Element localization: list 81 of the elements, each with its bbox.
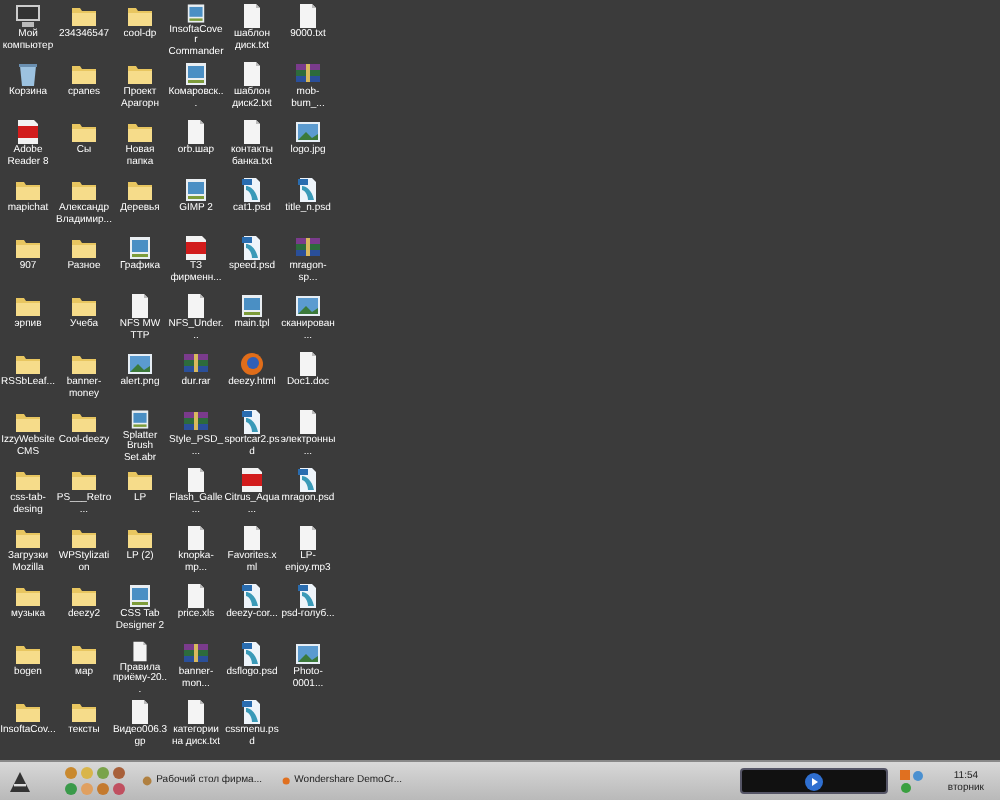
app-icon [182, 60, 210, 88]
folder-icon [14, 234, 42, 262]
folder-icon [70, 176, 98, 204]
file-icon [294, 408, 322, 436]
file-icon [126, 292, 154, 320]
file-icon [182, 524, 210, 552]
psd-file-icon [238, 176, 266, 204]
folder-icon [70, 640, 98, 668]
folder-icon [70, 2, 98, 30]
psd-file-icon [294, 466, 322, 494]
pdf-file-icon [182, 234, 210, 262]
play-icon[interactable] [803, 771, 824, 791]
folder-icon [70, 118, 98, 146]
browser-file-icon [238, 350, 266, 378]
psd-file-icon [238, 582, 266, 610]
folder-icon [14, 466, 42, 494]
file-icon [182, 118, 210, 146]
app-icon [142, 774, 153, 788]
app-icon [182, 2, 210, 25]
psd-file-icon [294, 176, 322, 204]
folder-icon [14, 350, 42, 378]
folder-icon [14, 408, 42, 436]
file-icon [294, 350, 322, 378]
app-icon [238, 292, 266, 320]
app-icon [182, 176, 210, 204]
folder-icon [126, 524, 154, 552]
file-icon [238, 118, 266, 146]
media-player-bar[interactable] [739, 768, 888, 794]
psd-file-icon [294, 582, 322, 610]
psd-file-icon [238, 698, 266, 726]
trash-icon [14, 60, 42, 88]
pdf-file-icon [14, 118, 42, 146]
start-icon[interactable] [8, 769, 32, 793]
folder-icon [14, 640, 42, 668]
file-icon [182, 582, 210, 610]
image-file-icon [126, 350, 154, 378]
folder-icon [70, 350, 98, 378]
pdf-file-icon [238, 466, 266, 494]
folder-icon [70, 466, 98, 494]
app-icon [126, 582, 154, 610]
file-icon [294, 2, 322, 30]
file-icon [238, 2, 266, 30]
folder-icon [14, 582, 42, 610]
archive-icon [182, 640, 210, 668]
archive-icon [294, 60, 322, 88]
image-file-icon [294, 640, 322, 668]
folder-icon [14, 292, 42, 320]
file-icon [238, 524, 266, 552]
app-icon [282, 774, 291, 788]
file-icon [182, 292, 210, 320]
folder-icon [70, 524, 98, 552]
image-file-icon [294, 292, 322, 320]
folder-icon [70, 582, 98, 610]
folder-icon [126, 2, 154, 30]
folder-icon [70, 234, 98, 262]
folder-icon [70, 408, 98, 436]
file-icon [182, 698, 210, 726]
folder-icon [70, 292, 98, 320]
app-icon [126, 234, 154, 262]
archive-icon [182, 408, 210, 436]
archive-icon [182, 350, 210, 378]
file-icon [126, 698, 154, 726]
folder-icon [126, 176, 154, 204]
folder-icon [14, 698, 42, 726]
archive-icon [294, 234, 322, 262]
folder-icon [70, 698, 98, 726]
folder-icon [126, 118, 154, 146]
folder-icon [126, 466, 154, 494]
folder-icon [70, 60, 98, 88]
file-icon [238, 60, 266, 88]
tray-icons[interactable] [899, 769, 924, 793]
psd-file-icon [238, 640, 266, 668]
folder-icon [14, 176, 42, 204]
app-icon [126, 408, 154, 431]
psd-file-icon [238, 408, 266, 436]
image-file-icon [294, 118, 322, 146]
folder-icon [14, 524, 42, 552]
file-icon [182, 466, 210, 494]
folder-icon [126, 60, 154, 88]
file-icon [294, 524, 322, 552]
psd-file-icon [238, 234, 266, 262]
